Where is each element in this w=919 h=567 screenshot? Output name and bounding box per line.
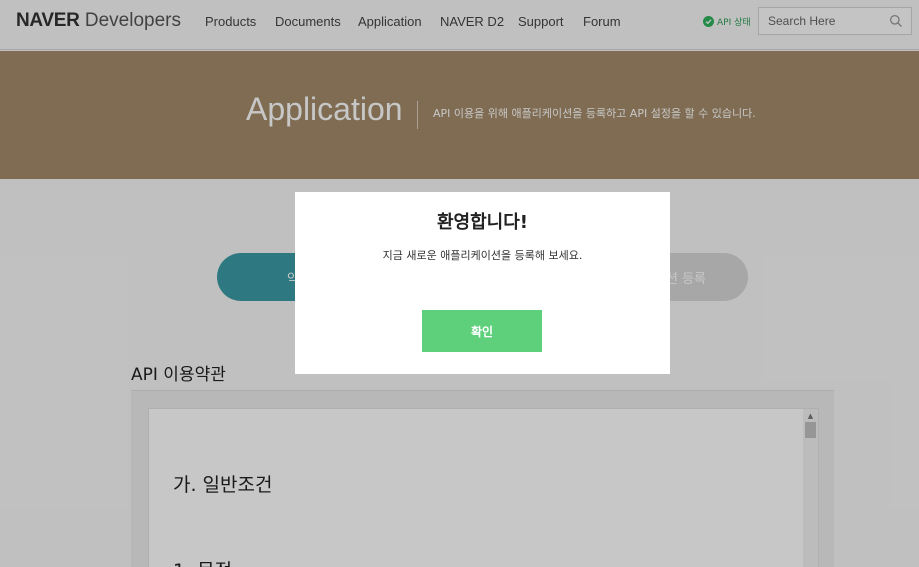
dialog-title: 환영합니다! [436, 212, 528, 233]
welcome-dialog: 환영합니다! 지금 새로운 애플리케이션을 등록해 보세요. 확인 [295, 192, 670, 374]
dialog-message: 지금 새로운 애플리케이션을 등록해 보세요. [382, 249, 583, 262]
confirm-button[interactable]: 확인 [422, 310, 542, 352]
